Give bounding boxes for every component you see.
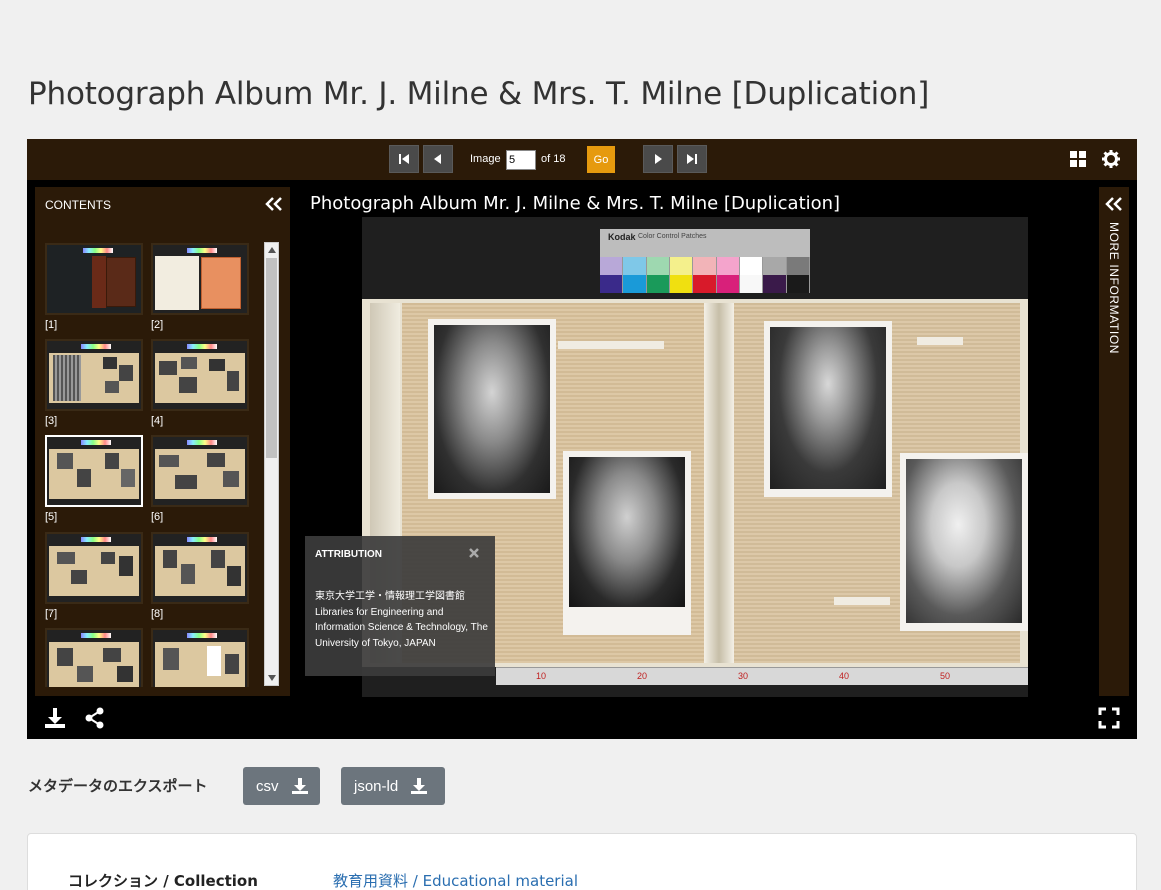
csv-label: csv [256, 777, 279, 795]
skip-first-icon [399, 154, 409, 164]
color-patch [669, 257, 694, 275]
kodak-brand: Kodak [608, 232, 636, 242]
color-patch [600, 257, 624, 275]
thumbnail-label: [3] [45, 415, 58, 427]
attribution-text-ja: 東京大学工学・情報理工学図書館 [315, 591, 465, 602]
thumbnail-label: [5] [45, 511, 58, 523]
kodak-caption: Color Control Patches [638, 233, 707, 240]
image-viewer: Image of 18 Go CONTENTS [1] [27, 139, 1137, 739]
page-title: Photograph Album Mr. J. Milne & Mrs. T. … [28, 76, 930, 112]
color-patch [763, 275, 787, 293]
fullscreen-icon[interactable] [1098, 707, 1120, 729]
download-icon [411, 778, 428, 794]
color-patch [739, 257, 764, 275]
color-patch [623, 257, 647, 275]
go-button[interactable]: Go [587, 146, 615, 173]
collection-key: コレクション / Collection [68, 872, 258, 890]
viewer-toolbar: Image of 18 Go [27, 139, 1137, 180]
thumbnail-list: [1] [2] [3] [4] [5] [6] [7] [8] [35, 241, 267, 687]
thumbnail-5[interactable] [45, 435, 143, 507]
thumbnail-8[interactable] [151, 532, 249, 604]
ruler-number: 50 [940, 671, 951, 681]
gear-icon[interactable] [1102, 150, 1120, 168]
color-patch [646, 275, 670, 293]
next-image-button[interactable] [643, 145, 673, 173]
metadata-export-label: メタデータのエクスポート [28, 777, 208, 795]
thumbnail-4[interactable] [151, 339, 249, 411]
attribution-text-en: Libraries for Engineering and Informatio… [315, 606, 488, 649]
first-image-button[interactable] [389, 145, 419, 173]
thumbnail-2[interactable] [151, 243, 249, 315]
download-icon[interactable] [44, 707, 66, 729]
scroll-thumb[interactable] [266, 258, 277, 458]
ruler-number: 30 [738, 671, 749, 681]
thumbnail-6[interactable] [151, 435, 249, 507]
image-count-label: of 18 [541, 153, 566, 165]
image-label: Image [470, 153, 501, 165]
download-icon [291, 778, 308, 794]
share-icon[interactable] [84, 707, 106, 729]
scroll-down-button[interactable] [265, 671, 278, 685]
more-information-label: MORE INFORMATION [1107, 222, 1121, 355]
canvas-title: Photograph Album Mr. J. Milne & Mrs. T. … [310, 193, 841, 214]
color-patch [623, 275, 647, 293]
grid-view-icon[interactable] [1069, 150, 1087, 168]
last-image-button[interactable] [677, 145, 707, 173]
thumbnail-9[interactable] [45, 628, 143, 687]
attribution-title: ATTRIBUTION [315, 549, 383, 560]
color-patch [786, 275, 810, 293]
image-number-input[interactable] [506, 150, 536, 170]
thumbnail-label: [6] [151, 511, 164, 523]
thumbnail-1[interactable] [45, 243, 143, 315]
attribution-panel: ATTRIBUTION 東京大学工学・情報理工学図書館 Libraries fo… [305, 536, 495, 676]
thumbnail-label: [4] [151, 415, 164, 427]
color-patch [739, 275, 764, 293]
thumbnail-label: [8] [151, 608, 164, 620]
color-patch [693, 257, 717, 275]
skip-last-icon [687, 154, 697, 164]
close-icon[interactable] [468, 547, 480, 559]
color-patch [716, 275, 740, 293]
ruler-number: 10 [536, 671, 547, 681]
thumbnail-7[interactable] [45, 532, 143, 604]
thumbnail-label: [1] [45, 319, 58, 331]
jsonld-export-button[interactable]: json-ld [341, 767, 445, 805]
measuring-ruler: 102030405060 [496, 667, 1028, 685]
color-patch [716, 257, 740, 275]
ruler-number: 20 [637, 671, 648, 681]
double-chevron-left-icon[interactable] [264, 195, 284, 213]
scroll-up-button[interactable] [265, 243, 278, 257]
color-patch [600, 275, 624, 293]
collection-link[interactable]: 教育用資料 / Educational material [333, 870, 578, 890]
triangle-left-icon [434, 154, 441, 164]
color-patch [786, 257, 810, 275]
color-patch [763, 257, 787, 275]
metadata-card: コレクション / Collection 教育用資料 / Educational … [27, 833, 1137, 890]
jsonld-label: json-ld [354, 777, 399, 795]
ruler-number: 40 [839, 671, 850, 681]
color-patch [693, 275, 717, 293]
contents-title: CONTENTS [45, 198, 111, 212]
triangle-down-icon [267, 675, 276, 681]
thumbnail-3[interactable] [45, 339, 143, 411]
color-patch [646, 257, 670, 275]
attribution-text: 東京大学工学・情報理工学図書館 Libraries for Engineerin… [315, 589, 491, 651]
thumbnail-label: [2] [151, 319, 164, 331]
previous-image-button[interactable] [423, 145, 453, 173]
csv-export-button[interactable]: csv [243, 767, 320, 805]
thumbnail-label: [7] [45, 608, 58, 620]
thumbnail-10[interactable] [151, 628, 249, 687]
contents-scrollbar[interactable] [264, 242, 279, 686]
contents-panel: CONTENTS [1] [2] [3] [4] [5] [6] [7] [8] [35, 187, 290, 696]
triangle-right-icon [655, 154, 662, 164]
double-chevron-left-icon[interactable] [1104, 195, 1124, 213]
more-information-panel[interactable]: MORE INFORMATION [1099, 187, 1129, 696]
triangle-up-icon [267, 247, 276, 253]
color-patch [669, 275, 694, 293]
kodak-color-card: Kodak Color Control Patches [600, 229, 810, 293]
